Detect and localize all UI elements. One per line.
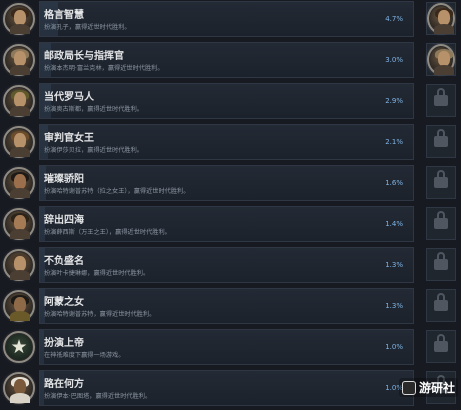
achievement-row[interactable]: 璀璨骄阳 扮演哈特谢普苏特（拉之女王），赢得近世时代胜利。 1.6% [0,164,461,202]
achievement-row[interactable]: 格言智慧 扮演孔子，赢得近世时代胜利。 4.7% [0,0,461,38]
achievement-bar: 辞出四海 扮演薛西斯（万王之王），赢得近世时代胜利。 1.4% [39,206,414,242]
portrait-badge-icon [3,290,35,322]
achievement-row[interactable]: 辞出四海 扮演薛西斯（万王之王），赢得近世时代胜利。 1.4% [0,205,461,243]
achievement-title: 璀璨骄阳 [44,174,84,185]
lock-icon [434,252,448,270]
achievement-percent: 1.6% [385,179,403,187]
achievement-bar: 路在何方 扮演伊本·巴图塔，赢得近世时代胜利。 1.0% [39,370,414,406]
achievement-desc: 扮演叶卡捷琳娜，赢得近世时代胜利。 [44,270,150,277]
achievement-desc: 扮演孔子，赢得近世时代胜利。 [44,24,131,31]
portrait-badge-icon [3,3,35,35]
portrait-badge-icon [427,3,455,34]
lock-icon [434,293,448,311]
achievement-desc: 扮演奥古斯都，赢得近世时代胜利。 [44,106,143,113]
locked-badge [426,207,456,240]
portrait-badge-icon [3,249,35,281]
locked-badge [426,125,456,158]
achievement-row[interactable]: 当代罗马人 扮演奥古斯都，赢得近世时代胜利。 2.9% [0,82,461,120]
locked-badge [426,330,456,363]
achievement-bar: 阿蒙之女 扮演哈特谢普苏特，赢得近世时代胜利。 1.3% [39,288,414,324]
lock-icon [434,88,448,106]
watermark-text: 游研社 [418,381,455,395]
achievement-title: 格言智慧 [44,10,84,21]
achievement-title: 审判官女王 [44,133,94,144]
achievement-desc: 扮演伊本·巴图塔，赢得近世时代胜利。 [44,393,152,400]
achievement-percent: 1.0% [385,343,403,351]
achievement-bar: 扮演上帝 在神祗难度下赢得一场游戏。 1.0% [39,329,414,365]
portrait-badge-icon [3,85,35,117]
locked-badge [426,84,456,117]
achievement-row[interactable]: 不负盛名 扮演叶卡捷琳娜，赢得近世时代胜利。 1.3% [0,246,461,284]
unlocked-badge [426,43,456,76]
achievement-desc: 扮演本杰明·富兰克林，赢得近世时代胜利。 [44,65,164,72]
achievement-row[interactable]: ★ 扮演上帝 在神祗难度下赢得一场游戏。 1.0% [0,328,461,366]
achievement-percent: 2.9% [385,97,403,105]
achievement-row[interactable]: 阿蒙之女 扮演哈特谢普苏特，赢得近世时代胜利。 1.3% [0,287,461,325]
achievement-title: 当代罗马人 [44,92,94,103]
logo-icon [401,380,416,395]
achievement-title: 邮政局长与指挥官 [44,51,124,62]
achievement-percent: 1.3% [385,302,403,310]
achievement-desc: 在神祗难度下赢得一场游戏。 [44,352,125,359]
lock-icon [434,211,448,229]
achievement-bar: 不负盛名 扮演叶卡捷琳娜，赢得近世时代胜利。 1.3% [39,247,414,283]
portrait-badge-icon [3,167,35,199]
achievement-percent: 2.1% [385,138,403,146]
achievement-row[interactable]: 审判官女王 扮演伊莎贝拉，赢得近世时代胜利。 2.1% [0,123,461,161]
locked-badge [426,248,456,281]
lock-icon [434,170,448,188]
achievement-title: 阿蒙之女 [44,297,84,308]
portrait-badge-icon [427,44,455,75]
star-badge-icon: ★ [3,331,35,363]
achievement-desc: 扮演哈特谢普苏特（拉之女王），赢得近世时代胜利。 [44,188,190,195]
achievement-desc: 扮演伊莎贝拉，赢得近世时代胜利。 [44,147,143,154]
achievement-row[interactable]: 邮政局长与指挥官 扮演本杰明·富兰克林，赢得近世时代胜利。 3.0% [0,41,461,79]
achievement-list: 格言智慧 扮演孔子，赢得近世时代胜利。 4.7% 邮政局长与指挥官 扮演本杰明·… [0,0,461,410]
portrait-badge-icon [3,126,35,158]
portrait-badge-icon [3,208,35,240]
achievement-percent: 3.0% [385,56,403,64]
achievement-title: 不负盛名 [44,256,84,267]
watermark: 游研社 [398,378,458,397]
achievement-title: 扮演上帝 [44,338,84,349]
locked-badge [426,289,456,322]
achievement-desc: 扮演薛西斯（万王之王），赢得近世时代胜利。 [44,229,171,236]
achievement-percent: 1.4% [385,220,403,228]
achievement-percent: 1.3% [385,261,403,269]
achievement-title: 路在何方 [44,379,84,390]
lock-icon [434,334,448,352]
lock-icon [434,129,448,147]
achievement-percent: 4.7% [385,15,403,23]
portrait-badge-icon [3,372,35,404]
achievement-row[interactable]: 路在何方 扮演伊本·巴图塔，赢得近世时代胜利。 1.0% [0,369,461,407]
achievement-bar: 邮政局长与指挥官 扮演本杰明·富兰克林，赢得近世时代胜利。 3.0% [39,42,414,78]
unlocked-badge [426,2,456,35]
achievement-bar: 审判官女王 扮演伊莎贝拉，赢得近世时代胜利。 2.1% [39,124,414,160]
achievement-bar: 格言智慧 扮演孔子，赢得近世时代胜利。 4.7% [39,1,414,37]
portrait-badge-icon [3,44,35,76]
locked-badge [426,166,456,199]
achievement-desc: 扮演哈特谢普苏特，赢得近世时代胜利。 [44,311,156,318]
achievement-title: 辞出四海 [44,215,84,226]
achievement-bar: 璀璨骄阳 扮演哈特谢普苏特（拉之女王），赢得近世时代胜利。 1.6% [39,165,414,201]
achievement-bar: 当代罗马人 扮演奥古斯都，赢得近世时代胜利。 2.9% [39,83,414,119]
